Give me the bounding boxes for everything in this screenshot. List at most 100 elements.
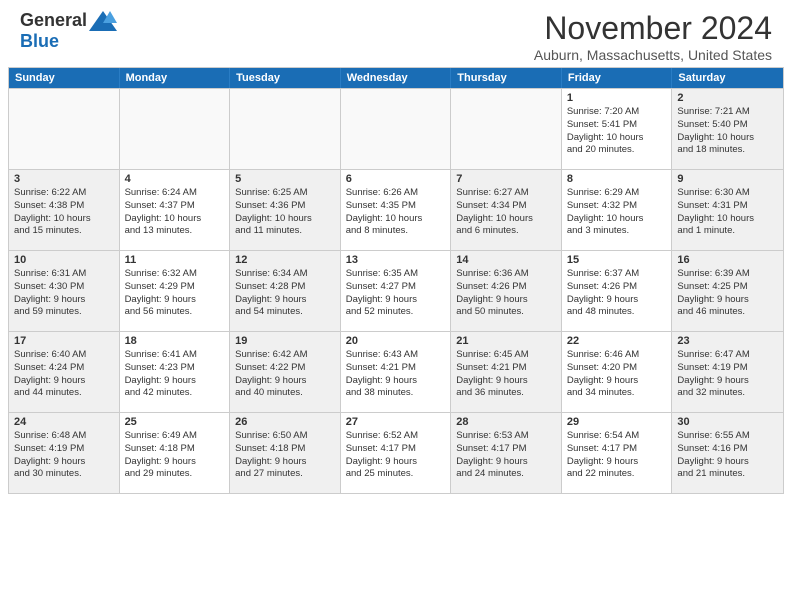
- cell-line: Daylight: 9 hours: [567, 294, 667, 307]
- cell-line: and 3 minutes.: [567, 225, 667, 238]
- cell-line: Sunset: 4:37 PM: [125, 200, 225, 213]
- cell-line: Daylight: 9 hours: [677, 375, 778, 388]
- day-number: 13: [346, 254, 446, 266]
- cell-line: and 54 minutes.: [235, 306, 335, 319]
- cell-line: Sunrise: 6:24 AM: [125, 187, 225, 200]
- cell-line: Sunset: 4:17 PM: [456, 443, 556, 456]
- cell-line: Daylight: 9 hours: [567, 375, 667, 388]
- calendar-cell: 15Sunrise: 6:37 AMSunset: 4:26 PMDayligh…: [562, 251, 673, 331]
- cell-line: Daylight: 9 hours: [14, 456, 114, 469]
- cell-line: and 36 minutes.: [456, 387, 556, 400]
- cell-line: Sunrise: 6:34 AM: [235, 268, 335, 281]
- cell-line: Sunrise: 6:27 AM: [456, 187, 556, 200]
- day-header-wednesday: Wednesday: [341, 68, 452, 88]
- calendar-cell: 14Sunrise: 6:36 AMSunset: 4:26 PMDayligh…: [451, 251, 562, 331]
- cell-line: Sunset: 4:21 PM: [346, 362, 446, 375]
- cell-line: and 34 minutes.: [567, 387, 667, 400]
- day-number: 15: [567, 254, 667, 266]
- calendar-cell: 1Sunrise: 7:20 AMSunset: 5:41 PMDaylight…: [562, 89, 673, 169]
- calendar-cell: 29Sunrise: 6:54 AMSunset: 4:17 PMDayligh…: [562, 413, 673, 493]
- cell-line: and 29 minutes.: [125, 468, 225, 481]
- day-header-monday: Monday: [120, 68, 231, 88]
- cell-line: Sunrise: 6:36 AM: [456, 268, 556, 281]
- calendar-cell: 17Sunrise: 6:40 AMSunset: 4:24 PMDayligh…: [9, 332, 120, 412]
- cell-line: Daylight: 9 hours: [14, 294, 114, 307]
- calendar-cell: 13Sunrise: 6:35 AMSunset: 4:27 PMDayligh…: [341, 251, 452, 331]
- calendar: SundayMondayTuesdayWednesdayThursdayFrid…: [8, 67, 784, 494]
- cell-line: Sunrise: 6:48 AM: [14, 430, 114, 443]
- cell-line: and 27 minutes.: [235, 468, 335, 481]
- cell-line: Daylight: 9 hours: [14, 375, 114, 388]
- day-number: 10: [14, 254, 114, 266]
- calendar-cell: 25Sunrise: 6:49 AMSunset: 4:18 PMDayligh…: [120, 413, 231, 493]
- week-2: 3Sunrise: 6:22 AMSunset: 4:38 PMDaylight…: [9, 169, 783, 250]
- cell-line: and 11 minutes.: [235, 225, 335, 238]
- week-1: 1Sunrise: 7:20 AMSunset: 5:41 PMDaylight…: [9, 88, 783, 169]
- logo-blue-text: Blue: [20, 31, 59, 51]
- calendar-cell: 10 Sunrise: 6:31 AMSunset: 4:30 PMDayligh…: [9, 251, 120, 331]
- cell-line: Daylight: 9 hours: [346, 456, 446, 469]
- cell-line: Sunset: 4:21 PM: [456, 362, 556, 375]
- cell-line: Sunrise: 6:26 AM: [346, 187, 446, 200]
- calendar-cell: 22Sunrise: 6:46 AMSunset: 4:20 PMDayligh…: [562, 332, 673, 412]
- calendar-cell: [9, 89, 120, 169]
- day-header-thursday: Thursday: [451, 68, 562, 88]
- calendar-cell: 23Sunrise: 6:47 AMSunset: 4:19 PMDayligh…: [672, 332, 783, 412]
- cell-line: Sunset: 4:34 PM: [456, 200, 556, 213]
- cell-line: Sunset: 4:24 PM: [14, 362, 114, 375]
- cell-line: Sunset: 4:30 PM: [14, 281, 114, 294]
- day-number: 12: [235, 254, 335, 266]
- cell-line: Sunrise: 7:20 AM: [567, 106, 667, 119]
- cell-line: Sunrise: 6:47 AM: [677, 349, 778, 362]
- cell-line: and 40 minutes.: [235, 387, 335, 400]
- cell-line: Sunrise: 6:54 AM: [567, 430, 667, 443]
- cell-line: Daylight: 9 hours: [346, 375, 446, 388]
- cell-line: Daylight: 9 hours: [125, 456, 225, 469]
- day-number: 25: [125, 416, 225, 428]
- cell-line: Sunrise: 6:31 AM: [14, 268, 114, 281]
- calendar-cell: 9Sunrise: 6:30 AMSunset: 4:31 PMDaylight…: [672, 170, 783, 250]
- cell-line: Sunset: 5:40 PM: [677, 119, 778, 132]
- day-number: 23: [677, 335, 778, 347]
- day-number: 21: [456, 335, 556, 347]
- cell-line: Daylight: 9 hours: [677, 456, 778, 469]
- cell-line: and 6 minutes.: [456, 225, 556, 238]
- logo-icon: [89, 11, 117, 31]
- logo-general-text: General: [20, 10, 87, 31]
- cell-line: and 59 minutes.: [14, 306, 114, 319]
- week-3: 10Sunrise: 6:31 AMSunset: 4:30 PMDayligh…: [9, 250, 783, 331]
- cell-line: and 56 minutes.: [125, 306, 225, 319]
- day-number: 26: [235, 416, 335, 428]
- cell-line: Daylight: 10 hours: [346, 213, 446, 226]
- cell-line: Sunset: 4:17 PM: [567, 443, 667, 456]
- day-number: 22: [567, 335, 667, 347]
- cell-line: Daylight: 9 hours: [456, 456, 556, 469]
- cell-line: Daylight: 9 hours: [677, 294, 778, 307]
- cell-line: Daylight: 10 hours: [677, 213, 778, 226]
- calendar-cell: 21Sunrise: 6:45 AMSunset: 4:21 PMDayligh…: [451, 332, 562, 412]
- cell-line: and 25 minutes.: [346, 468, 446, 481]
- month-title: November 2024: [534, 10, 772, 47]
- cell-line: Sunset: 4:23 PM: [125, 362, 225, 375]
- day-number: 7: [456, 173, 556, 185]
- calendar-cell: [120, 89, 231, 169]
- cell-line: and 22 minutes.: [567, 468, 667, 481]
- cell-line: Sunrise: 6:32 AM: [125, 268, 225, 281]
- cell-line: Sunset: 4:32 PM: [567, 200, 667, 213]
- cell-line: Daylight: 9 hours: [456, 294, 556, 307]
- cell-line: Sunset: 4:27 PM: [346, 281, 446, 294]
- cell-line: Sunrise: 6:50 AM: [235, 430, 335, 443]
- calendar-cell: [230, 89, 341, 169]
- title-block: November 2024 Auburn, Massachusetts, Uni…: [534, 10, 772, 63]
- cell-line: Sunset: 4:18 PM: [235, 443, 335, 456]
- header: General Blue November 2024 Auburn, Massa…: [0, 0, 792, 67]
- day-number: 30: [677, 416, 778, 428]
- cell-line: and 44 minutes.: [14, 387, 114, 400]
- day-number: 3: [14, 173, 114, 185]
- calendar-cell: 11Sunrise: 6:32 AMSunset: 4:29 PMDayligh…: [120, 251, 231, 331]
- cell-line: Daylight: 9 hours: [567, 456, 667, 469]
- cell-line: and 8 minutes.: [346, 225, 446, 238]
- cell-line: and 1 minute.: [677, 225, 778, 238]
- location: Auburn, Massachusetts, United States: [534, 47, 772, 63]
- cell-line: Sunset: 4:19 PM: [14, 443, 114, 456]
